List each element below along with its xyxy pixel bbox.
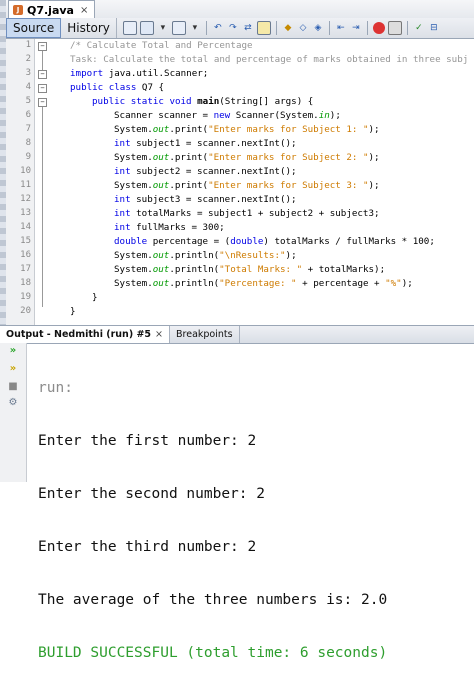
- toolbar-separator: [275, 21, 277, 35]
- editor-toolbar: Source History ▾ ▾ ↶ ↷ ⇄ ◆ ◇ ◈ ⇤ ⇥ ✓ ⊟: [6, 18, 474, 39]
- output-side-toolbar: » » ■ ⚙: [0, 343, 27, 482]
- line-number: 5: [25, 96, 31, 106]
- stop-macro-icon[interactable]: [387, 21, 402, 35]
- find-previous-icon[interactable]: ↶: [212, 22, 224, 34]
- line-number: 2: [25, 54, 31, 64]
- code-line-17: System.out.println("Total Marks: " + tot…: [114, 264, 386, 275]
- output-console[interactable]: run: Enter the first number: 2 Enter the…: [38, 346, 387, 680]
- uncomment-icon[interactable]: ⊟: [428, 22, 440, 34]
- line-number: 11: [20, 180, 31, 190]
- line-number: 8: [25, 138, 31, 148]
- previous-bookmark-icon[interactable]: ◇: [297, 22, 309, 34]
- line-number: 6: [25, 110, 31, 120]
- output-line: Enter the first number: 2: [38, 433, 257, 449]
- code-line-5: public static void main(String[] args) {: [92, 96, 314, 107]
- comment-icon[interactable]: ✓: [413, 22, 425, 34]
- java-file-icon: J: [13, 5, 23, 15]
- toolbar-separator: [328, 21, 330, 35]
- file-tab-q7[interactable]: J Q7.java ×: [8, 0, 96, 19]
- rerun-icon[interactable]: »: [7, 345, 19, 357]
- tab-source[interactable]: Source: [6, 18, 62, 38]
- code-line-12: int subject3 = scanner.nextInt();: [114, 194, 297, 205]
- code-line-20: }: [70, 306, 76, 317]
- file-tab-label: Q7.java: [27, 3, 74, 17]
- chevron-down-icon[interactable]: ▾: [189, 22, 201, 34]
- toggle-bookmark-icon[interactable]: ◆: [282, 22, 294, 34]
- find-next-icon[interactable]: ↷: [227, 22, 239, 34]
- line-number: 14: [20, 222, 31, 232]
- code-line-9: System.out.print("Enter marks for Subjec…: [114, 152, 380, 163]
- output-line: The average of the three numbers is: 2.0: [38, 592, 388, 608]
- find-selection-icon[interactable]: ⇄: [242, 22, 254, 34]
- code-line-18: System.out.println("Percentage: " + perc…: [114, 278, 413, 289]
- line-number: 15: [20, 236, 31, 246]
- code-line-7: System.out.print("Enter marks for Subjec…: [114, 124, 380, 135]
- line-number: 18: [20, 278, 31, 288]
- back-icon[interactable]: [139, 21, 154, 35]
- tab-breakpoints[interactable]: Breakpoints: [170, 326, 240, 343]
- forward-icon[interactable]: [171, 21, 186, 35]
- line-number: 1: [25, 40, 31, 50]
- line-number: 17: [20, 264, 31, 274]
- output-line: Enter the second number: 2: [38, 486, 265, 502]
- code-line-16: System.out.println("\nResults:");: [114, 250, 297, 261]
- toolbar-separator: [205, 21, 207, 35]
- settings-icon[interactable]: ⚙: [7, 397, 19, 409]
- toggle-highlight-icon[interactable]: [256, 21, 271, 35]
- line-number: 13: [20, 208, 31, 218]
- code-editor[interactable]: /* Calculate Total and Percentage Task: …: [36, 39, 474, 325]
- toolbar-separator: [366, 21, 368, 35]
- shift-right-icon[interactable]: ⇥: [350, 22, 362, 34]
- code-line-14: int fullMarks = 300;: [114, 222, 225, 233]
- code-line-1: /* Calculate Total and Percentage: [70, 40, 253, 51]
- line-number: 4: [25, 82, 31, 92]
- line-number: 10: [20, 166, 31, 176]
- output-tab-bar: Output - Nedmithi (run) #5 × Breakpoints: [0, 325, 474, 344]
- toolbar-icons: ▾ ▾ ↶ ↷ ⇄ ◆ ◇ ◈ ⇤ ⇥ ✓ ⊟: [117, 21, 440, 35]
- code-line-11: System.out.print("Enter marks for Subjec…: [114, 180, 380, 191]
- line-number: 19: [20, 292, 31, 302]
- code-line-13: int totalMarks = subject1 + subject2 + s…: [114, 208, 380, 219]
- line-number: 12: [20, 194, 31, 204]
- shift-left-icon[interactable]: ⇤: [335, 22, 347, 34]
- rerun-with-args-icon[interactable]: »: [7, 363, 19, 375]
- close-icon[interactable]: ×: [80, 5, 88, 16]
- last-edit-icon[interactable]: [122, 21, 137, 35]
- code-line-3: import java.util.Scanner;: [70, 68, 209, 79]
- code-line-10: int subject2 = scanner.nextInt();: [114, 166, 297, 177]
- line-number: 3: [25, 68, 31, 78]
- tab-output[interactable]: Output - Nedmithi (run) #5 ×: [0, 326, 171, 343]
- code-line-6: Scanner scanner = new Scanner(System.in)…: [114, 110, 341, 121]
- code-line-2: Task: Calculate the total and percentage…: [70, 54, 469, 65]
- tab-output-label: Output - Nedmithi (run) #5: [6, 329, 152, 340]
- chevron-down-icon[interactable]: ▾: [157, 22, 169, 34]
- line-number: 16: [20, 250, 31, 260]
- code-line-8: int subject1 = scanner.nextInt();: [114, 138, 297, 149]
- code-line-19: }: [92, 292, 98, 303]
- code-line-4: public class Q7 {: [70, 82, 165, 93]
- start-macro-icon[interactable]: [372, 22, 385, 34]
- line-number-gutter: 1 2 3 4 5 6 7 8 9 10 11 12 13 14 15 16 1…: [6, 39, 35, 325]
- output-line: Enter the third number: 2: [38, 539, 257, 555]
- line-number: 7: [25, 124, 31, 134]
- tab-history[interactable]: History: [61, 18, 117, 38]
- line-number: 20: [20, 306, 31, 316]
- toolbar-separator: [406, 21, 408, 35]
- next-bookmark-icon[interactable]: ◈: [312, 22, 324, 34]
- close-icon[interactable]: ×: [155, 329, 163, 340]
- output-line-build-status: BUILD SUCCESSFUL (total time: 6 seconds): [38, 645, 388, 661]
- output-line-run: run:: [38, 380, 73, 396]
- code-line-15: double percentage = (double) totalMarks …: [114, 236, 435, 247]
- file-tab-bar: J Q7.java ×: [6, 0, 474, 19]
- line-number: 9: [25, 152, 31, 162]
- stop-icon[interactable]: ■: [7, 381, 19, 393]
